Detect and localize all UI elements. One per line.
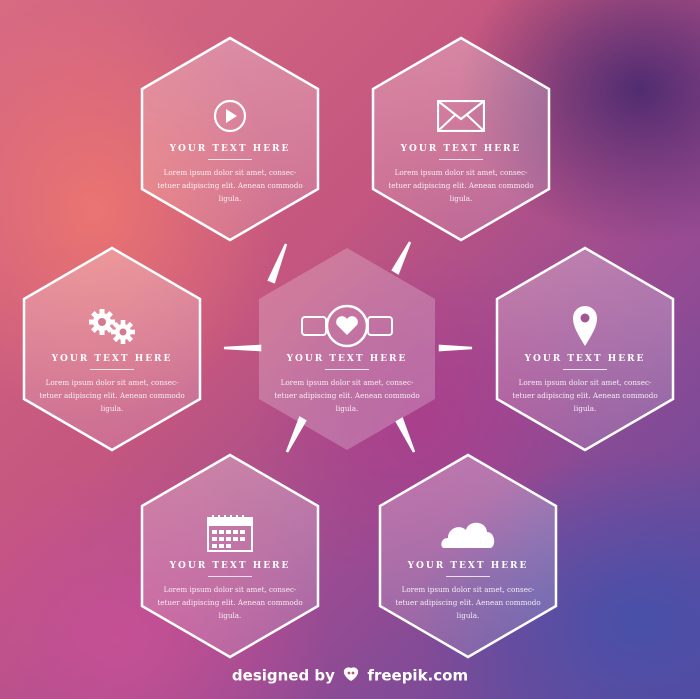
card-calendar: YOUR TEXT HERE Lorem ipsum dolor sit ame…: [140, 453, 320, 659]
play-icon: [213, 96, 247, 136]
card-gears: YOUR TEXT HERE Lorem ipsum dolor sit ame…: [22, 246, 202, 452]
calendar-icon: [207, 513, 253, 553]
envelope-icon: [437, 96, 485, 136]
card-body: Lorem ipsum dolor sit amet, consec-tetue…: [388, 168, 534, 203]
card-title: YOUR TEXT HERE: [400, 144, 522, 154]
freepik-logo-icon: [342, 666, 360, 686]
divider: [439, 159, 483, 160]
card-title: YOUR TEXT HERE: [407, 561, 529, 571]
card-play: YOUR TEXT HERE Lorem ipsum dolor sit ame…: [140, 36, 320, 242]
location-pin-icon: [572, 306, 598, 346]
card-title: YOUR TEXT HERE: [286, 354, 408, 364]
brand-link[interactable]: freepik.com: [367, 667, 468, 685]
divider: [325, 369, 369, 370]
card-watch: YOUR TEXT HERE Lorem ipsum dolor sit ame…: [257, 246, 437, 452]
card-body: Lorem ipsum dolor sit amet, consec-tetue…: [157, 168, 303, 203]
card-cloud: YOUR TEXT HERE Lorem ipsum dolor sit ame…: [378, 453, 558, 659]
card-body: Lorem ipsum dolor sit amet, consec-tetue…: [157, 585, 303, 620]
card-mail: YOUR TEXT HERE Lorem ipsum dolor sit ame…: [371, 36, 551, 242]
card-title: YOUR TEXT HERE: [51, 354, 173, 364]
cloud-icon: [440, 513, 496, 553]
card-body: Lorem ipsum dolor sit amet, consec-tetue…: [39, 378, 185, 413]
card-title: YOUR TEXT HERE: [169, 561, 291, 571]
card-title: YOUR TEXT HERE: [169, 144, 291, 154]
card-body: Lorem ipsum dolor sit amet, consec-tetue…: [512, 378, 658, 413]
card-body: Lorem ipsum dolor sit amet, consec-tetue…: [274, 378, 420, 413]
card-body: Lorem ipsum dolor sit amet, consec-tetue…: [395, 585, 541, 620]
divider: [90, 369, 134, 370]
gears-icon: [84, 306, 140, 346]
heart-watch-icon: [301, 304, 393, 348]
divider: [446, 576, 490, 577]
divider: [208, 576, 252, 577]
designed-by-text: designed by: [231, 666, 335, 685]
divider: [563, 369, 607, 370]
card-pin: YOUR TEXT HERE Lorem ipsum dolor sit ame…: [495, 246, 675, 452]
divider: [208, 159, 252, 160]
footer-credit: designed by freepik.com: [0, 666, 700, 686]
card-title: YOUR TEXT HERE: [524, 354, 646, 364]
